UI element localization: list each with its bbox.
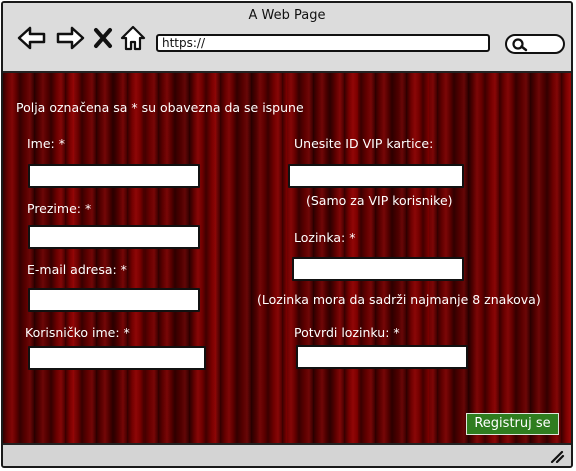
resize-grip-icon[interactable] xyxy=(549,449,565,463)
vip-card-hint: (Samo za VIP korisnike) xyxy=(306,193,453,208)
required-fields-notice: Polja označena sa * su obavezna da se is… xyxy=(16,100,304,115)
confirm-password-label: Potvrdi lozinku: * xyxy=(294,325,400,340)
window-title: A Web Page xyxy=(248,8,326,23)
status-bar xyxy=(3,443,571,466)
password-label: Lozinka: * xyxy=(294,230,356,245)
first-name-field[interactable] xyxy=(28,164,200,188)
username-field[interactable] xyxy=(28,346,206,370)
vip-card-label: Unesite ID VIP kartice: xyxy=(294,136,434,151)
confirm-password-field[interactable] xyxy=(296,345,468,369)
search-icon xyxy=(512,38,528,52)
first-name-label: Ime: * xyxy=(27,136,65,151)
close-icon[interactable] xyxy=(93,27,113,49)
arrow-left-icon[interactable] xyxy=(17,25,47,51)
username-label: Korisničko ime: * xyxy=(25,325,130,340)
arrow-right-icon[interactable] xyxy=(55,25,85,51)
password-field[interactable] xyxy=(292,257,464,281)
browser-toolbar: A Web Page https:// xyxy=(3,3,571,73)
password-hint: (Lozinka mora da sadrži najmanje 8 znako… xyxy=(257,292,541,307)
search-field[interactable] xyxy=(505,34,565,54)
registration-page: Polja označena sa * su obavezna da se is… xyxy=(3,73,571,447)
last-name-field[interactable] xyxy=(28,225,200,249)
vip-card-field[interactable] xyxy=(288,164,464,188)
register-button[interactable]: Registruj se xyxy=(466,413,559,435)
url-input[interactable]: https:// xyxy=(156,34,490,52)
browser-window: A Web Page https:// Polja označena sa * … xyxy=(1,1,573,468)
home-icon[interactable] xyxy=(120,25,146,51)
last-name-label: Prezime: * xyxy=(27,201,92,216)
email-field[interactable] xyxy=(28,288,200,312)
email-label: E-mail adresa: * xyxy=(27,262,127,277)
